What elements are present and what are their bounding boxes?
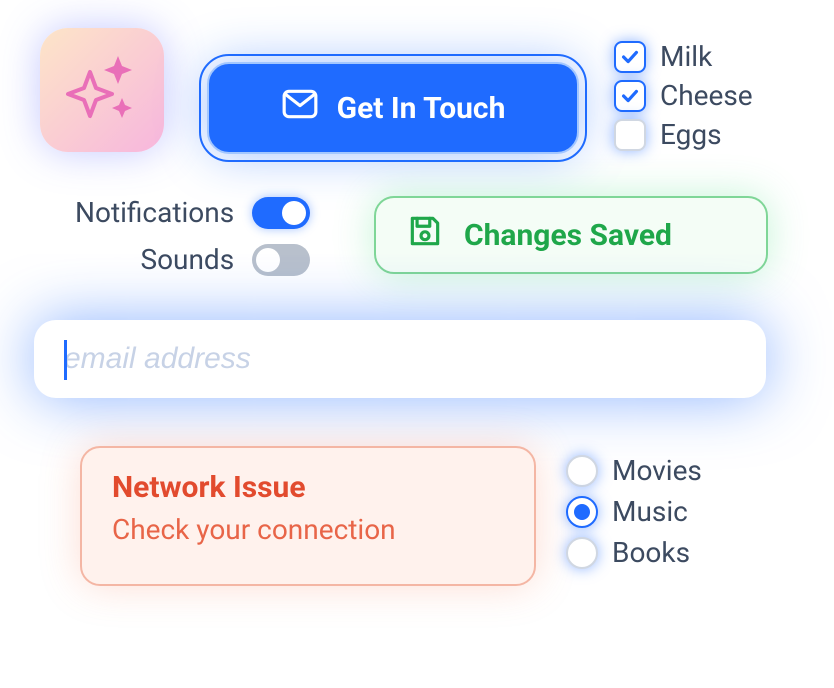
checkbox-item-eggs[interactable]: Eggs	[614, 118, 753, 151]
radio-label: Books	[612, 536, 690, 569]
network-error-card: Network Issue Check your connection	[80, 446, 536, 586]
email-input[interactable]	[34, 320, 766, 398]
radio-item-movies[interactable]: Movies	[566, 454, 702, 487]
toggle-row-notifications: Notifications	[75, 196, 310, 229]
toggle-row-sounds: Sounds	[75, 243, 310, 276]
radio-label: Movies	[612, 454, 702, 487]
save-icon	[406, 212, 444, 258]
error-title: Network Issue	[112, 470, 504, 505]
radio-icon	[566, 455, 598, 487]
checkbox-list: Milk Cheese Eggs	[614, 40, 753, 151]
toggle-label: Notifications	[75, 196, 234, 229]
radio-list: Movies Music Books	[566, 454, 702, 569]
toggle-group: Notifications Sounds	[75, 196, 310, 276]
sparkle-card	[40, 28, 164, 152]
notifications-toggle[interactable]	[252, 197, 310, 229]
checkbox-icon	[614, 80, 646, 112]
toggle-knob	[282, 201, 306, 225]
radio-icon	[566, 496, 598, 528]
radio-label: Music	[612, 495, 688, 528]
sparkle-icon	[62, 48, 142, 132]
checkbox-item-cheese[interactable]: Cheese	[614, 79, 753, 112]
radio-item-books[interactable]: Books	[566, 536, 702, 569]
toggle-label: Sounds	[140, 243, 234, 276]
checkbox-item-milk[interactable]: Milk	[614, 40, 753, 73]
checkbox-label: Cheese	[660, 79, 753, 112]
changes-saved-card: Changes Saved	[374, 196, 768, 274]
get-in-touch-label: Get In Touch	[337, 91, 506, 126]
checkbox-icon	[614, 119, 646, 151]
radio-dot-icon	[574, 504, 590, 520]
text-cursor	[64, 340, 67, 380]
radio-icon	[566, 537, 598, 569]
checkbox-label: Milk	[660, 40, 712, 73]
sounds-toggle[interactable]	[252, 244, 310, 276]
radio-item-music[interactable]: Music	[566, 495, 702, 528]
checkbox-label: Eggs	[660, 118, 722, 151]
get-in-touch-button[interactable]: Get In Touch	[207, 62, 579, 154]
envelope-icon	[281, 85, 319, 131]
changes-saved-label: Changes Saved	[464, 218, 672, 253]
checkbox-icon	[614, 41, 646, 73]
error-body: Check your connection	[112, 513, 504, 546]
toggle-knob	[256, 248, 280, 272]
